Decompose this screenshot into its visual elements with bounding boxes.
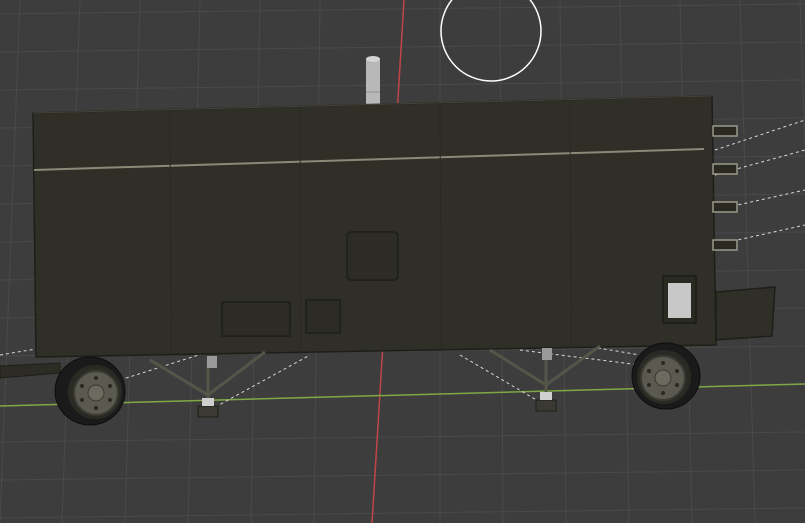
rear-fender[interactable] — [715, 286, 776, 341]
jack-head-left — [202, 398, 214, 406]
storage-compartment-left[interactable] — [221, 301, 291, 337]
exhaust-pipe[interactable] — [366, 56, 380, 106]
jack-foot-right[interactable] — [535, 399, 557, 412]
strut-mount-right — [542, 348, 552, 360]
jack-foot-left[interactable] — [197, 405, 219, 418]
front-wheel[interactable] — [54, 356, 126, 426]
jack-head-right — [540, 392, 552, 400]
3d-viewport[interactable] — [0, 0, 805, 523]
side-connectors[interactable] — [712, 125, 738, 251]
viewport-canvas[interactable] — [0, 0, 805, 523]
rear-wheel[interactable] — [631, 342, 701, 410]
strut-mount-left — [207, 356, 217, 368]
side-hatch[interactable] — [346, 231, 399, 281]
rear-window[interactable] — [668, 283, 691, 318]
trailer-body[interactable] — [32, 95, 717, 358]
storage-compartment-right[interactable] — [305, 299, 341, 334]
drawbar[interactable] — [0, 362, 61, 379]
3d-cursor-icon[interactable] — [440, 0, 542, 82]
